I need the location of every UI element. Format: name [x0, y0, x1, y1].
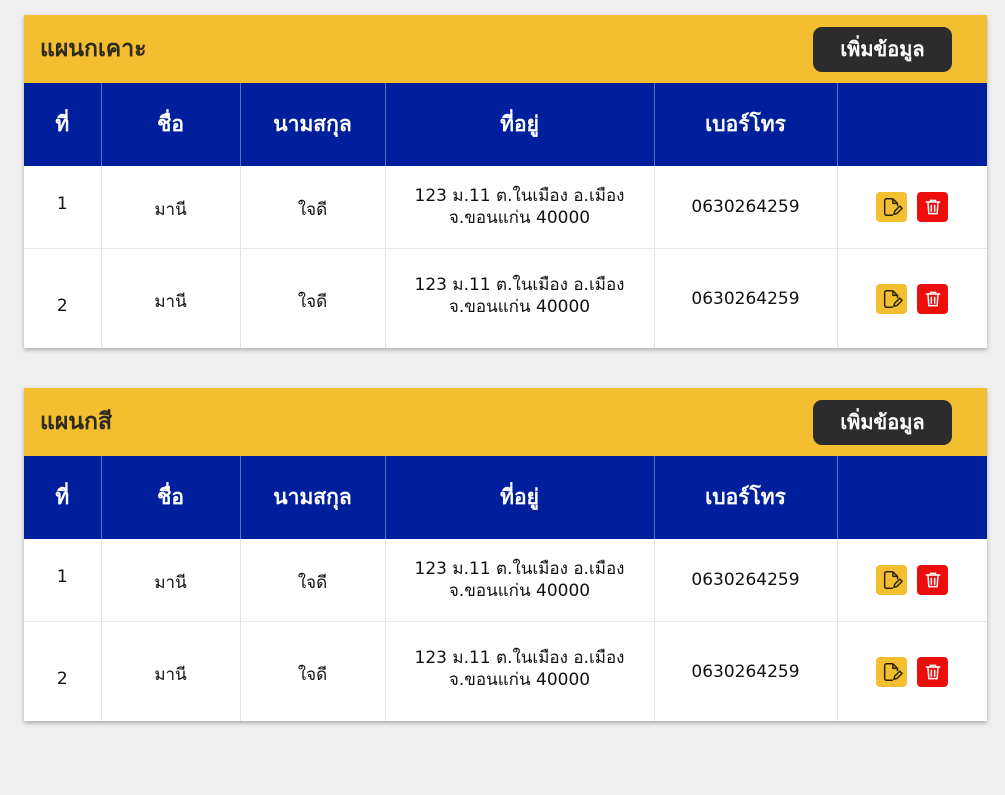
address-line-1: 123 ม.11 ต.ในเมือง อ.เมือง: [414, 559, 625, 579]
edit-note-icon: [883, 571, 903, 589]
cell-address: 123 ม.11 ต.ในเมือง อ.เมือง จ.ขอนแก่น 400…: [385, 539, 655, 622]
staff-table: ที่ ชื่อ นามสกุล ที่อยู่ เบอร์โทร 1 มานี…: [24, 83, 987, 348]
staff-table: ที่ ชื่อ นามสกุล ที่อยู่ เบอร์โทร 1 มานี…: [24, 456, 987, 721]
column-header-phone: เบอร์โทร: [654, 83, 838, 166]
cell-no: 2: [24, 248, 102, 348]
cell-no: 1: [24, 539, 102, 622]
delete-button[interactable]: [917, 565, 949, 595]
cell-phone: 0630264259: [654, 166, 838, 249]
cell-first-name: มานี: [101, 539, 241, 622]
address-line-1: 123 ม.11 ต.ในเมือง อ.เมือง: [414, 186, 625, 206]
address-line-1: 123 ม.11 ต.ในเมือง อ.เมือง: [414, 647, 625, 668]
address-line-2: จ.ขอนแก่น 40000: [448, 296, 591, 317]
delete-button[interactable]: [917, 192, 949, 222]
column-header-first-name: ชื่อ: [101, 83, 241, 166]
cell-last-name: ใจดี: [240, 539, 386, 622]
trash-icon: [925, 199, 941, 215]
column-header-actions: [837, 83, 987, 166]
cell-actions: [837, 166, 987, 249]
cell-address: 123 ม.11 ต.ในเมือง อ.เมือง จ.ขอนแก่น 400…: [385, 248, 655, 348]
column-header-address: ที่อยู่: [385, 456, 655, 539]
column-header-address: ที่อยู่: [385, 83, 655, 166]
cell-actions: [837, 249, 987, 349]
panel-title: แผนกสี: [40, 409, 112, 435]
delete-button[interactable]: [917, 656, 949, 687]
edit-button[interactable]: [876, 565, 908, 595]
column-header-no: ที่: [24, 456, 102, 539]
department-panel: แผนกเคาะ เพิ่มข้อมูล ที่ ชื่อ นามสกุล ที…: [24, 15, 987, 348]
cell-no: 2: [24, 621, 102, 721]
panel-title: แผนกเคาะ: [40, 36, 147, 62]
edit-note-icon: [883, 662, 903, 681]
table-header-row: ที่ ชื่อ นามสกุล ที่อยู่ เบอร์โทร: [24, 456, 987, 539]
column-header-actions: [837, 456, 987, 539]
column-header-last-name: นามสกุล: [240, 456, 386, 539]
department-panel: แผนกสี เพิ่มข้อมูล ที่ ชื่อ นามสกุล ที่อ…: [24, 388, 987, 721]
table-row: 2 มานี ใจดี 123 ม.11 ต.ในเมือง อ.เมือง จ…: [24, 621, 987, 722]
cell-first-name: มานี: [101, 621, 241, 721]
table-row: 2 มานี ใจดี 123 ม.11 ต.ในเมือง อ.เมือง จ…: [24, 248, 987, 349]
edit-note-icon: [883, 289, 903, 308]
cell-first-name: มานี: [101, 166, 241, 249]
add-data-button[interactable]: เพิ่มข้อมูล: [813, 399, 952, 445]
trash-icon: [925, 291, 941, 306]
table-row: 1 มานี ใจดี 123 ม.11 ต.ในเมือง อ.เมือง จ…: [24, 539, 987, 622]
cell-address: 123 ม.11 ต.ในเมือง อ.เมือง จ.ขอนแก่น 400…: [385, 166, 655, 249]
trash-icon: [925, 664, 941, 679]
table-row: 1 มานี ใจดี 123 ม.11 ต.ในเมือง อ.เมือง จ…: [24, 166, 987, 249]
column-header-no: ที่: [24, 83, 102, 166]
edit-button[interactable]: [876, 283, 908, 314]
panel-header: แผนกสี เพิ่มข้อมูล: [24, 388, 987, 456]
cell-last-name: ใจดี: [240, 166, 386, 249]
address-line-2: จ.ขอนแก่น 40000: [448, 669, 591, 690]
cell-actions: [837, 622, 987, 722]
cell-phone: 0630264259: [654, 539, 838, 622]
panel-header: แผนกเคาะ เพิ่มข้อมูล: [24, 15, 987, 83]
cell-first-name: มานี: [101, 248, 241, 348]
column-header-phone: เบอร์โทร: [654, 456, 838, 539]
delete-button[interactable]: [917, 283, 949, 314]
add-data-button[interactable]: เพิ่มข้อมูล: [813, 26, 952, 72]
cell-last-name: ใจดี: [240, 248, 386, 348]
address-line-2: จ.ขอนแก่น 40000: [448, 208, 591, 228]
column-header-last-name: นามสกุล: [240, 83, 386, 166]
trash-icon: [925, 572, 941, 588]
address-line-1: 123 ม.11 ต.ในเมือง อ.เมือง: [414, 274, 625, 295]
table-header-row: ที่ ชื่อ นามสกุล ที่อยู่ เบอร์โทร: [24, 83, 987, 166]
cell-actions: [837, 539, 987, 622]
edit-button[interactable]: [876, 656, 908, 687]
cell-no: 1: [24, 166, 102, 249]
cell-last-name: ใจดี: [240, 621, 386, 721]
cell-phone: 0630264259: [654, 248, 838, 348]
column-header-first-name: ชื่อ: [101, 456, 241, 539]
edit-button[interactable]: [876, 192, 908, 222]
address-line-2: จ.ขอนแก่น 40000: [448, 581, 591, 601]
cell-phone: 0630264259: [654, 621, 838, 721]
cell-address: 123 ม.11 ต.ในเมือง อ.เมือง จ.ขอนแก่น 400…: [385, 621, 655, 721]
edit-note-icon: [883, 198, 903, 216]
